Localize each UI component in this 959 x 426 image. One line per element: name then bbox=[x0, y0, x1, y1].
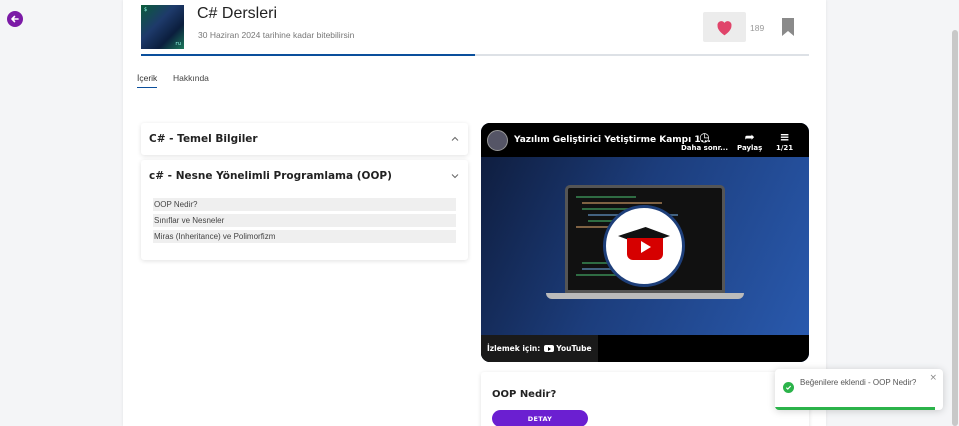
lesson-item[interactable]: Sınıflar ve Nesneler bbox=[153, 214, 456, 227]
bookmark-icon[interactable] bbox=[781, 17, 795, 37]
like-button[interactable] bbox=[703, 12, 746, 42]
video-title-bar: Yazılım Geliştirici Yetiştirme Kampı 1..… bbox=[481, 123, 809, 157]
scrollbar-thumb[interactable] bbox=[952, 30, 958, 426]
playlist-position: 1/21 bbox=[776, 144, 794, 152]
toast-timer-bar bbox=[775, 407, 935, 410]
chevron-down-icon bbox=[451, 174, 459, 179]
play-button[interactable] bbox=[603, 205, 685, 287]
toast-close-button[interactable]: × bbox=[929, 373, 937, 383]
watch-later-label: Daha sonr... bbox=[681, 144, 729, 152]
thumbnail-text-bottom: ru bbox=[174, 41, 181, 47]
lesson-item[interactable]: OOP Nedir? bbox=[153, 198, 456, 211]
lesson-item[interactable]: Miras (Inheritance) ve Polimorfizm bbox=[153, 230, 456, 243]
like-count: 189 bbox=[750, 23, 765, 33]
clock-icon: ◷ bbox=[699, 130, 710, 144]
lesson-detail-title: OOP Nedir? bbox=[492, 389, 557, 400]
course-progress-fill bbox=[141, 54, 475, 56]
video-player[interactable]: Yazılım Geliştirici Yetiştirme Kampı 1..… bbox=[481, 123, 809, 362]
thumbnail-text-top: $ bbox=[144, 7, 148, 13]
section-header[interactable]: c# - Nesne Yönelimli Programlama (OOP) bbox=[141, 160, 468, 192]
section-basics[interactable]: C# - Temel Bilgiler bbox=[141, 123, 468, 155]
lesson-detail-card: OOP Nedir? DETAY bbox=[481, 372, 809, 426]
course-thumbnail: $ ru bbox=[141, 5, 184, 49]
youtube-icon bbox=[544, 345, 555, 352]
detail-button[interactable]: DETAY bbox=[492, 410, 588, 426]
watch-on-label: İzlemek için: bbox=[487, 344, 541, 353]
playlist-icon: ≡ bbox=[779, 130, 790, 144]
course-title: C# Dersleri bbox=[197, 5, 278, 22]
chevron-up-icon bbox=[451, 136, 459, 141]
share-button[interactable]: ➦ Paylaş bbox=[737, 130, 762, 152]
course-deadline: 30 Haziran 2024 tarihine kadar bitebilir… bbox=[198, 30, 355, 40]
share-icon: ➦ bbox=[744, 130, 755, 144]
heart-icon bbox=[717, 20, 732, 35]
section-title: c# - Nesne Yönelimli Programlama (OOP) bbox=[149, 170, 392, 182]
channel-avatar[interactable] bbox=[487, 130, 508, 151]
tab-about[interactable]: Hakkında bbox=[173, 73, 209, 87]
lesson-list: OOP Nedir? Sınıflar ve Nesneler Miras (I… bbox=[141, 192, 468, 260]
back-button[interactable] bbox=[7, 11, 23, 27]
toast-message: Beğenilere eklendi - OOP Nedir? bbox=[800, 378, 917, 387]
tab-content[interactable]: İçerik bbox=[137, 73, 158, 88]
section-header[interactable]: C# - Temel Bilgiler bbox=[141, 123, 468, 155]
scrollbar[interactable] bbox=[951, 0, 959, 426]
check-circle-icon bbox=[783, 382, 794, 393]
video-bottom-bar: İzlemek için: YouTube bbox=[481, 335, 809, 362]
youtube-logo: YouTube bbox=[544, 344, 592, 353]
watch-later-button[interactable]: ◷ Daha sonr... bbox=[681, 130, 728, 152]
playlist-button[interactable]: ≡ 1/21 bbox=[776, 130, 793, 152]
section-title: C# - Temel Bilgiler bbox=[149, 133, 258, 145]
course-progress-bar bbox=[141, 54, 809, 56]
section-oop: c# - Nesne Yönelimli Programlama (OOP) O… bbox=[141, 160, 468, 260]
youtube-wordmark: YouTube bbox=[556, 344, 592, 353]
toast-notification: Beğenilere eklendi - OOP Nedir? × bbox=[775, 369, 943, 410]
watch-on-youtube-button[interactable]: İzlemek için: YouTube bbox=[481, 335, 598, 362]
share-label: Paylaş bbox=[737, 144, 763, 152]
laptop-base bbox=[546, 293, 744, 299]
arrow-left-icon bbox=[11, 15, 19, 23]
